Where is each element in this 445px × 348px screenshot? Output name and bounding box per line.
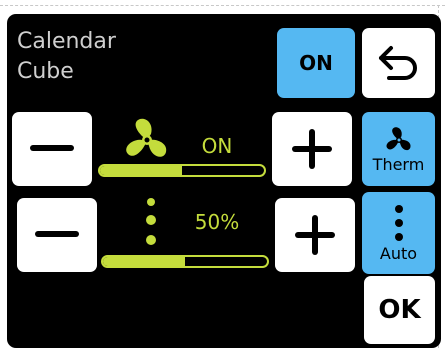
fan-decrease-button[interactable] — [12, 112, 92, 186]
minus-icon — [35, 231, 79, 239]
undo-arrow-icon — [377, 42, 421, 84]
fan-increase-button[interactable] — [272, 112, 352, 186]
mode-level-fill — [103, 257, 185, 266]
auto-mode-button[interactable]: Auto — [362, 192, 435, 274]
auto-label: Auto — [379, 243, 418, 263]
plus-icon — [292, 129, 332, 169]
dashed-guide-top — [0, 5, 445, 6]
plus-icon — [295, 215, 335, 255]
ok-button[interactable]: OK — [364, 276, 435, 344]
fan-status-text: ON — [201, 134, 233, 158]
fan-level-fill — [100, 166, 182, 175]
fan-icon — [122, 116, 172, 164]
therm-fan-icon — [384, 125, 414, 155]
power-on-label: ON — [299, 51, 333, 75]
mode-decrease-button[interactable] — [17, 198, 97, 272]
screen-title: Calendar Cube — [17, 29, 116, 84]
mode-status-text: 50% — [194, 210, 240, 234]
power-on-button[interactable]: ON — [277, 28, 355, 98]
back-button[interactable] — [362, 28, 435, 98]
therm-label: Therm — [372, 154, 425, 174]
vertical-dots-icon — [145, 196, 157, 248]
mode-increase-button[interactable] — [275, 198, 355, 272]
ok-label: OK — [378, 295, 421, 325]
therm-mode-button[interactable]: Therm — [362, 112, 435, 186]
fan-level-bar — [98, 164, 266, 177]
minus-icon — [30, 145, 74, 153]
device-screen: Calendar Cube ON ON Therm 50% Auto OK — [7, 14, 441, 348]
auto-dots-icon — [393, 204, 405, 244]
mode-level-bar — [101, 255, 269, 268]
